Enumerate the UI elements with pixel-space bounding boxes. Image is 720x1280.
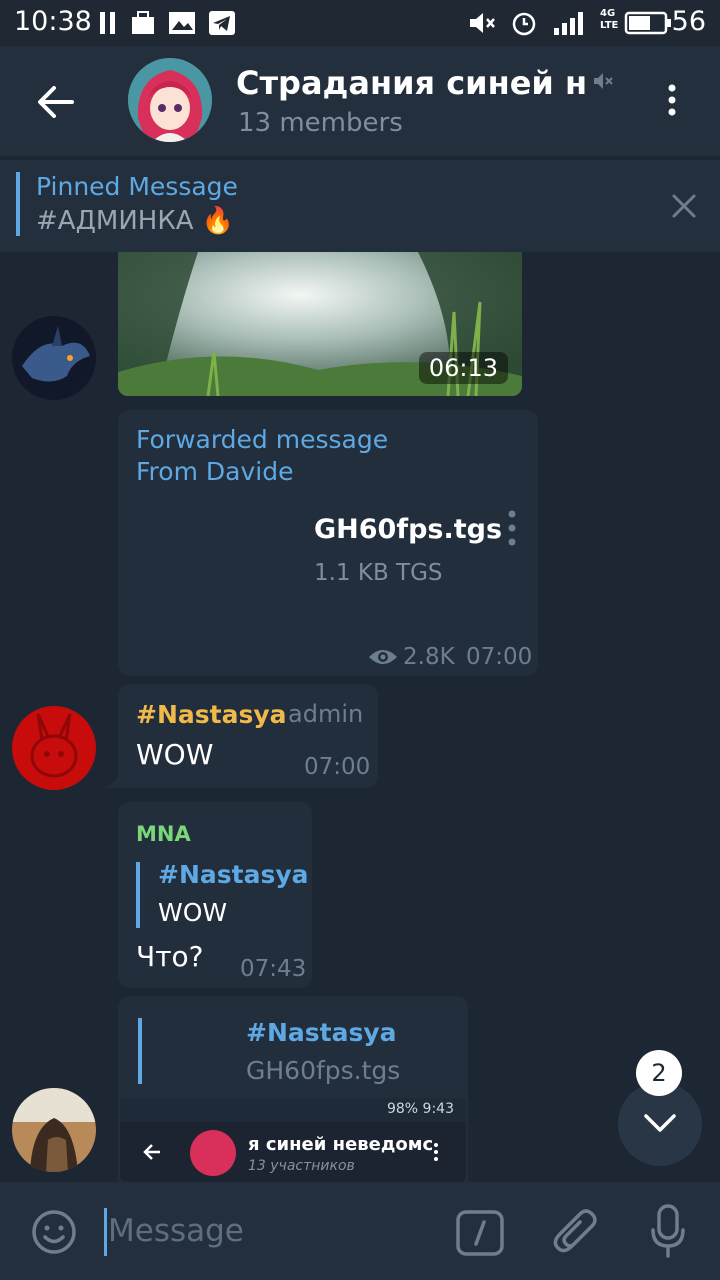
image-attachment[interactable]: 98% 9:43 я синей неведомс 13 участников (120, 1098, 466, 1182)
signal-icon (554, 12, 583, 35)
message-input[interactable] (108, 1204, 428, 1258)
pause-icon (100, 12, 115, 34)
back-arrow-icon[interactable] (30, 76, 82, 128)
chat-header: Страдания синей н… 13 members (0, 46, 720, 156)
forwarded-from: From Davide (136, 457, 294, 486)
sender-avatar[interactable] (12, 1088, 96, 1172)
telegram-icon (209, 11, 235, 35)
close-icon[interactable] (668, 190, 700, 222)
bag-icon (132, 11, 154, 34)
message-text: WOW (136, 738, 214, 771)
forwarded-header: Forwarded message From Davide (136, 424, 388, 488)
battery-icon (624, 11, 671, 35)
status-bar: 10:38 4G LTE 56 (0, 0, 720, 46)
message-bubble[interactable]: MNA #Nastasya WOW Что? 07:43 (118, 802, 312, 988)
screenshot-title: я синей неведомс (248, 1134, 434, 1155)
microphone-icon[interactable] (650, 1204, 686, 1260)
pinned-label: Pinned Message (36, 172, 238, 201)
chevron-down-icon (644, 1114, 676, 1132)
message-time: 07:00 (466, 644, 533, 670)
forwarded-label: Forwarded message (136, 425, 389, 454)
screenshot-back-arrow-icon (143, 1144, 160, 1160)
view-count: 2.8K (403, 644, 455, 670)
message-time: 07:43 (240, 956, 307, 982)
chat-title[interactable]: Страдания синей н… (236, 64, 586, 102)
sender-name[interactable]: MNA (136, 822, 191, 846)
bot-command-icon[interactable] (456, 1210, 504, 1256)
screenshot-subtitle: 13 участников (248, 1158, 355, 1174)
reply-accent-bar (136, 862, 140, 928)
volume-mute-icon (470, 13, 495, 33)
reply-accent-bar (138, 1018, 142, 1084)
admin-badge: admin (288, 700, 364, 728)
network-label: 4G LTE (600, 8, 619, 31)
photo-avatar-icon (12, 1088, 96, 1172)
file-menu-icon[interactable] (504, 508, 520, 548)
message-text: Что? (136, 940, 204, 973)
red-rabbit-avatar-icon (12, 706, 96, 790)
paperclip-icon[interactable] (552, 1206, 598, 1258)
file-name[interactable]: GH60fps.tgs (314, 514, 502, 545)
group-avatar[interactable] (128, 58, 212, 142)
screenshot-statusbar: 98% 9:43 (120, 1098, 466, 1122)
gallery-icon (169, 12, 195, 34)
message-input-bar (0, 1182, 720, 1280)
reply-text: WOW (158, 898, 228, 927)
dragon-avatar-icon (12, 316, 96, 400)
reply-sender[interactable]: #Nastasya (246, 1018, 397, 1047)
video-duration: 06:13 (418, 352, 508, 384)
sender-avatar[interactable] (12, 706, 96, 790)
views-eye-icon (369, 650, 397, 664)
sender-name[interactable]: #Nastasya (136, 700, 287, 729)
battery-percent: 56 (671, 6, 706, 37)
pinned-message[interactable]: Pinned Message #АДМИНКА 🔥 (0, 160, 720, 252)
sender-avatar[interactable] (12, 316, 96, 400)
muted-icon (594, 73, 613, 89)
more-vertical-icon[interactable] (656, 80, 688, 120)
text-caret (104, 1208, 107, 1256)
alarm-icon (512, 12, 536, 36)
pinned-accent-bar (16, 172, 20, 236)
video-message[interactable]: 06:13 (118, 252, 522, 396)
message-bubble[interactable]: #Nastasya admin WOW 07:00 (118, 684, 378, 788)
screenshot-avatar (190, 1130, 236, 1176)
pinned-text: #АДМИНКА 🔥 (36, 206, 235, 236)
unread-count-badge: 2 (636, 1050, 682, 1096)
bubble-tail (104, 770, 120, 788)
member-count: 13 members (238, 108, 403, 138)
forwarded-message[interactable]: Forwarded message From Davide GH60fps.tg… (118, 410, 538, 676)
file-meta: 1.1 KB TGS (314, 560, 443, 586)
message-time: 07:00 (304, 754, 371, 780)
reply-sender[interactable]: #Nastasya (158, 860, 309, 889)
emoji-icon[interactable] (30, 1208, 78, 1256)
anime-girl-avatar-icon (128, 58, 212, 142)
status-time: 10:38 (14, 6, 92, 37)
screenshot-status-text: 98% 9:43 (386, 1101, 454, 1117)
reply-text: GH60fps.tgs (246, 1056, 401, 1085)
screenshot-menu-icon (434, 1143, 438, 1161)
